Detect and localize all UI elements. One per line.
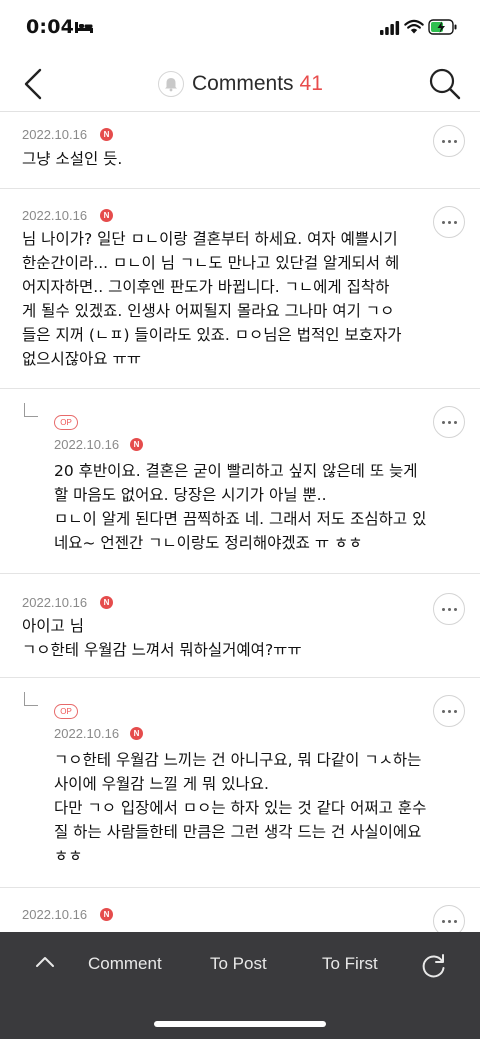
more-options-button[interactable] bbox=[433, 406, 465, 438]
comment-date: 2022.10.16 bbox=[22, 907, 88, 922]
comment-text: ㄱㅇ한테 우월감 느끼는 건 아니구요, 뭐 다같이 ㄱㅅ하는 사이에 우월감 … bbox=[54, 751, 427, 865]
comment-item: 2022.10.16 N bbox=[0, 888, 480, 938]
home-indicator bbox=[154, 1021, 326, 1027]
battery-charging-icon bbox=[428, 19, 457, 35]
wifi-icon bbox=[404, 19, 424, 34]
more-dots-icon bbox=[441, 139, 457, 143]
more-options-button[interactable] bbox=[433, 125, 465, 157]
comment-button[interactable]: Comment bbox=[88, 954, 162, 974]
more-dots-icon bbox=[441, 420, 457, 424]
chevron-up-icon[interactable] bbox=[34, 952, 56, 972]
op-badge: OP bbox=[54, 415, 78, 430]
comment-text: 그냥 소설인 듯. bbox=[22, 150, 123, 168]
more-dots-icon bbox=[441, 919, 457, 923]
comment-date: 2022.10.16 bbox=[22, 208, 88, 223]
comment-date: 2022.10.16 bbox=[22, 127, 88, 142]
more-options-button[interactable] bbox=[433, 695, 465, 727]
new-badge: N bbox=[100, 908, 113, 921]
comment-date: 2022.10.16 bbox=[54, 437, 120, 452]
reply-arrow-icon bbox=[24, 403, 38, 417]
to-post-button[interactable]: To Post bbox=[210, 954, 267, 974]
comment-text: 20 후반이요. 결혼은 굳이 빨리하고 싶지 않은데 또 늦게 할 마음도 없… bbox=[54, 462, 427, 552]
status-bar: 0:04 bbox=[0, 0, 480, 56]
search-icon[interactable] bbox=[426, 66, 464, 102]
new-badge: N bbox=[100, 128, 113, 141]
more-dots-icon bbox=[441, 220, 457, 224]
new-badge: N bbox=[130, 727, 143, 740]
comment-date: 2022.10.16 bbox=[54, 726, 120, 741]
comment-item: 2022.10.16 N 님 나이가? 일단 ㅁㄴ이랑 결혼부터 하세요. 여자… bbox=[0, 189, 480, 389]
status-time: 0:04 bbox=[26, 16, 75, 38]
page-title: Comments bbox=[192, 72, 294, 95]
bell-icon[interactable] bbox=[158, 71, 184, 97]
to-first-button[interactable]: To First bbox=[322, 954, 378, 974]
comment-reply-item: OP 2022.10.16 N ㄱㅇ한테 우월감 느끼는 건 아니구요, 뭐 다… bbox=[0, 678, 480, 888]
new-badge: N bbox=[130, 438, 143, 451]
comment-item: 2022.10.16 N 그냥 소설인 듯. bbox=[0, 113, 480, 189]
op-badge: OP bbox=[54, 704, 78, 719]
nav-title-group: Comments 41 bbox=[158, 66, 323, 102]
more-dots-icon bbox=[441, 607, 457, 611]
new-badge: N bbox=[100, 209, 113, 222]
comment-reply-item: OP 2022.10.16 N 20 후반이요. 결혼은 굳이 빨리하고 싶지 … bbox=[0, 389, 480, 574]
comment-item: 2022.10.16 N 아이고 님 ㄱㅇ한테 우월감 느껴서 뭐하실거예여?ㅠ… bbox=[0, 574, 480, 678]
refresh-icon[interactable] bbox=[420, 952, 448, 980]
reply-arrow-icon bbox=[24, 692, 38, 706]
back-chevron-icon[interactable] bbox=[16, 66, 52, 102]
comment-count: 41 bbox=[299, 72, 323, 95]
bed-icon bbox=[75, 22, 93, 33]
nav-bar: Comments 41 bbox=[0, 56, 480, 112]
new-badge: N bbox=[100, 596, 113, 609]
comment-text: 아이고 님 ㄱㅇ한테 우월감 느껴서 뭐하실거예여?ㅠㅠ bbox=[22, 617, 302, 659]
comment-date: 2022.10.16 bbox=[22, 595, 88, 610]
cellular-signal-icon bbox=[380, 21, 400, 35]
more-dots-icon bbox=[441, 709, 457, 713]
comment-text: 님 나이가? 일단 ㅁㄴ이랑 결혼부터 하세요. 여자 예쁠시기 한순간이라..… bbox=[22, 230, 402, 368]
